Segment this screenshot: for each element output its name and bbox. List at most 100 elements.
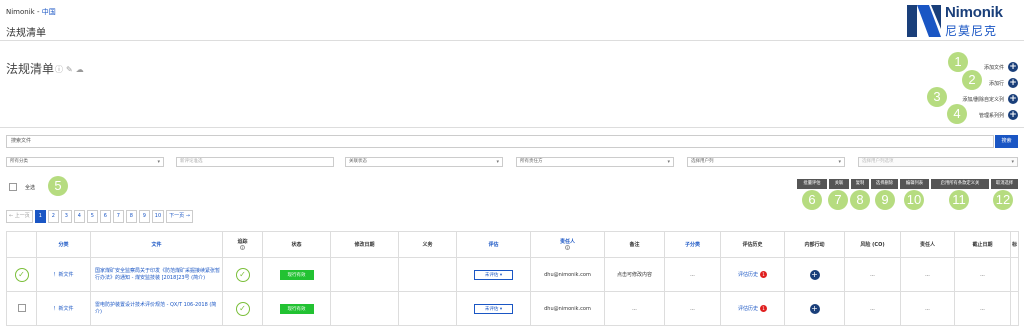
user-column-option-value: 选择用户列选项 bbox=[862, 159, 894, 164]
breadcrumb-org[interactable]: Nimonik bbox=[6, 8, 35, 16]
row-owner[interactable]: ... bbox=[900, 257, 955, 292]
page-2-button[interactable]: 2 bbox=[47, 210, 59, 223]
plus-icon[interactable]: + bbox=[1008, 62, 1018, 72]
row-subcategory[interactable]: ... bbox=[664, 257, 721, 292]
next-page-button[interactable]: 下一页 → bbox=[166, 210, 193, 223]
logo-text-cn: 尼莫尼克 bbox=[945, 24, 998, 38]
row-track-cell: ✓ bbox=[222, 291, 263, 326]
add-row-action[interactable]: 添加行 + bbox=[989, 78, 1018, 88]
delete-selected-button[interactable]: 选择删除 bbox=[871, 179, 898, 189]
header-note[interactable]: 备注 bbox=[604, 231, 665, 258]
edit-list-button[interactable]: 编辑列表 bbox=[900, 179, 929, 189]
row-track-cell: ✓ bbox=[222, 257, 263, 292]
select-all[interactable]: 全选 bbox=[9, 183, 35, 191]
relate-button[interactable]: 关联 bbox=[829, 179, 849, 189]
add-action-icon[interactable]: + bbox=[809, 269, 820, 280]
header-evaluation[interactable]: 评估 bbox=[456, 231, 531, 258]
row-owner[interactable]: ... bbox=[900, 291, 955, 326]
page-1-button[interactable]: 1 bbox=[34, 210, 46, 223]
header-due-date[interactable]: 截止日期 bbox=[954, 231, 1011, 258]
category-select-value: 所有分类 bbox=[10, 159, 28, 164]
select-all-checkbox[interactable] bbox=[9, 183, 17, 191]
user-column-select[interactable]: 选择用户列 ▾ bbox=[687, 157, 845, 167]
eval-history-link[interactable]: 评估历史 bbox=[738, 306, 758, 312]
evaluation-dropdown[interactable]: 未评估 ▾ bbox=[473, 303, 514, 314]
check-circle-icon[interactable]: ✓ bbox=[14, 267, 29, 282]
page-4-button[interactable]: 4 bbox=[73, 210, 85, 223]
info-icon[interactable]: i bbox=[565, 245, 570, 250]
header-obligations[interactable]: 义务 bbox=[398, 231, 457, 258]
row-document-link[interactable]: 国家煤矿安全监察局关于印发《防范煤矿采掘接续紧张暂行办法》的通知 - 煤安监技装… bbox=[90, 257, 223, 292]
row-subcategory[interactable]: ... bbox=[664, 291, 721, 326]
copy-button[interactable]: 复制 bbox=[851, 179, 869, 189]
callout-badge-7: 7 bbox=[828, 190, 848, 210]
add-file-action[interactable]: 添加文件 + bbox=[984, 62, 1018, 72]
header-more[interactable]: 标 bbox=[1010, 231, 1019, 258]
page-8-button[interactable]: 8 bbox=[125, 210, 137, 223]
page-7-button[interactable]: 7 bbox=[112, 210, 124, 223]
manage-series-action[interactable]: 管理系列列 + bbox=[979, 110, 1018, 120]
custom-columns-action[interactable]: 添加/删除自定义列 + bbox=[962, 94, 1018, 104]
plus-icon[interactable]: + bbox=[1008, 78, 1018, 88]
eval-history-link[interactable]: 评估历史 bbox=[738, 272, 758, 278]
row-checkbox[interactable] bbox=[17, 303, 26, 312]
table-row: ！新文件 雷电防护装置设计技术评价规范 - QX/T 106-2018 (简介)… bbox=[6, 291, 1019, 326]
plus-icon[interactable]: + bbox=[1008, 94, 1018, 104]
header-category[interactable]: 分类 bbox=[36, 231, 91, 258]
plus-icon[interactable]: + bbox=[1008, 110, 1018, 120]
row-risk[interactable]: ... bbox=[844, 257, 901, 292]
add-action-icon[interactable]: + bbox=[809, 303, 820, 314]
row-note[interactable]: ... bbox=[604, 291, 665, 326]
header-modified-date[interactable]: 修改日期 bbox=[330, 231, 399, 258]
row-select-cell: ✓ bbox=[6, 257, 37, 292]
row-due-date[interactable]: ... bbox=[954, 291, 1011, 326]
relation-select[interactable]: 关联状态 ▾ bbox=[345, 157, 503, 167]
row-note[interactable]: 点击可修改内容 bbox=[604, 257, 665, 292]
track-check-icon[interactable]: ✓ bbox=[235, 267, 250, 282]
page-6-button[interactable]: 6 bbox=[99, 210, 111, 223]
info-icon[interactable]: i bbox=[240, 245, 245, 250]
header-internal-action[interactable]: 内部行动 bbox=[784, 231, 845, 258]
header-risk[interactable]: 风险 (CO) bbox=[844, 231, 901, 258]
divider bbox=[0, 40, 1024, 41]
search-button[interactable]: 搜索 bbox=[995, 135, 1018, 148]
callout-badge-6: 6 bbox=[802, 190, 822, 210]
bulk-evaluate-button[interactable]: 批量评估 bbox=[797, 179, 827, 189]
breadcrumb-location[interactable]: 中国 bbox=[42, 8, 56, 16]
page-10-button[interactable]: 10 bbox=[151, 210, 165, 223]
tag-input[interactable]: 新评论准选 bbox=[176, 157, 334, 167]
header-track[interactable]: 追踪 i bbox=[222, 231, 263, 258]
prev-page-button[interactable]: ← 上一页 bbox=[6, 210, 33, 223]
callout-badge-5: 5 bbox=[48, 176, 68, 196]
header-subcategory[interactable]: 子分类 bbox=[664, 231, 721, 258]
cloud-download-icon[interactable]: ☁ bbox=[76, 65, 84, 74]
page-3-button[interactable]: 3 bbox=[60, 210, 72, 223]
chevron-down-icon: ▾ bbox=[838, 159, 841, 165]
row-due-date[interactable]: ... bbox=[954, 257, 1011, 292]
category-select[interactable]: 所有分类 ▾ bbox=[6, 157, 164, 167]
edit-icon[interactable]: ✎ bbox=[66, 65, 73, 74]
enable-clause-button[interactable]: 启用所有条款定义关 bbox=[931, 179, 989, 189]
responsible-select[interactable]: 所有责任方 ▾ bbox=[516, 157, 674, 167]
row-category: ！新文件 bbox=[36, 291, 91, 326]
header-status[interactable]: 状态 bbox=[262, 231, 331, 258]
callout-badge-9: 9 bbox=[875, 190, 895, 210]
header-eval-history[interactable]: 评估历史 bbox=[720, 231, 785, 258]
info-icon[interactable]: ⓘ bbox=[55, 64, 63, 75]
page-5-button[interactable]: 5 bbox=[86, 210, 98, 223]
deselect-button[interactable]: 取消选择 bbox=[991, 179, 1018, 189]
row-risk[interactable]: ... bbox=[844, 291, 901, 326]
row-responsible[interactable]: dhu@nimonik.com bbox=[530, 257, 605, 292]
track-check-icon[interactable]: ✓ bbox=[235, 301, 250, 316]
row-evaluation-cell: 未评估 ▾ bbox=[456, 257, 531, 292]
header-responsible[interactable]: 责任人 i bbox=[530, 231, 605, 258]
row-document-link[interactable]: 雷电防护装置设计技术评价规范 - QX/T 106-2018 (简介) bbox=[90, 291, 223, 326]
header-document[interactable]: 文件 bbox=[90, 231, 223, 258]
search-input[interactable]: 搜索文件 bbox=[6, 135, 994, 148]
page-9-button[interactable]: 9 bbox=[138, 210, 150, 223]
row-status-cell: 现行有效 bbox=[262, 291, 331, 326]
header-owner[interactable]: 责任人 bbox=[900, 231, 955, 258]
evaluation-dropdown[interactable]: 未评估 ▾ bbox=[473, 269, 514, 280]
row-responsible[interactable]: dhu@nimonik.com bbox=[530, 291, 605, 326]
history-count-badge: 1 bbox=[760, 305, 767, 312]
